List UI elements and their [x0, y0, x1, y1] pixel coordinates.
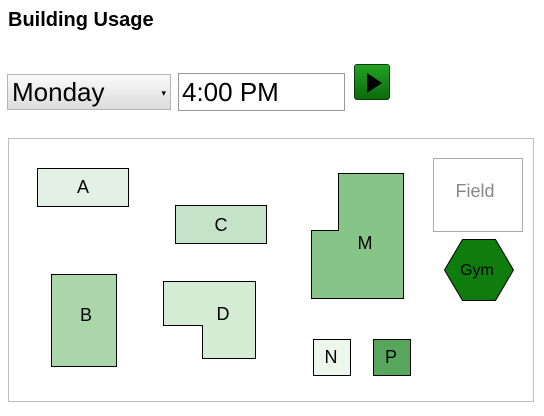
building-a-label: A: [77, 177, 89, 197]
campus-map: A C B D M Field Gym N P: [8, 138, 534, 402]
field[interactable]: Field: [433, 158, 523, 232]
dropdown-arrow-icon: ▾: [161, 88, 166, 98]
building-b[interactable]: B: [51, 274, 117, 367]
building-p-label: P: [385, 347, 397, 367]
play-button[interactable]: [354, 64, 390, 100]
building-d-shape: [163, 281, 256, 359]
building-a[interactable]: A: [37, 168, 129, 207]
building-c[interactable]: C: [175, 205, 267, 244]
building-n-label: N: [325, 347, 338, 367]
gym[interactable]: Gym: [443, 239, 515, 301]
gym-label: Gym: [460, 262, 494, 279]
building-d[interactable]: D: [163, 281, 256, 359]
building-m-label: M: [358, 233, 373, 253]
building-c-label: C: [215, 215, 228, 235]
play-icon: [367, 73, 382, 93]
page-title: Building Usage: [8, 9, 154, 31]
time-input[interactable]: 4:00 PM: [178, 73, 345, 111]
building-n[interactable]: N: [313, 339, 351, 376]
building-d-label: D: [217, 304, 230, 324]
day-select[interactable]: Monday ▾: [7, 74, 171, 110]
day-select-value: Monday: [12, 77, 105, 107]
building-p[interactable]: P: [373, 339, 411, 376]
building-m[interactable]: M: [311, 173, 404, 299]
field-label: Field: [455, 181, 494, 201]
building-b-label: B: [80, 305, 92, 325]
